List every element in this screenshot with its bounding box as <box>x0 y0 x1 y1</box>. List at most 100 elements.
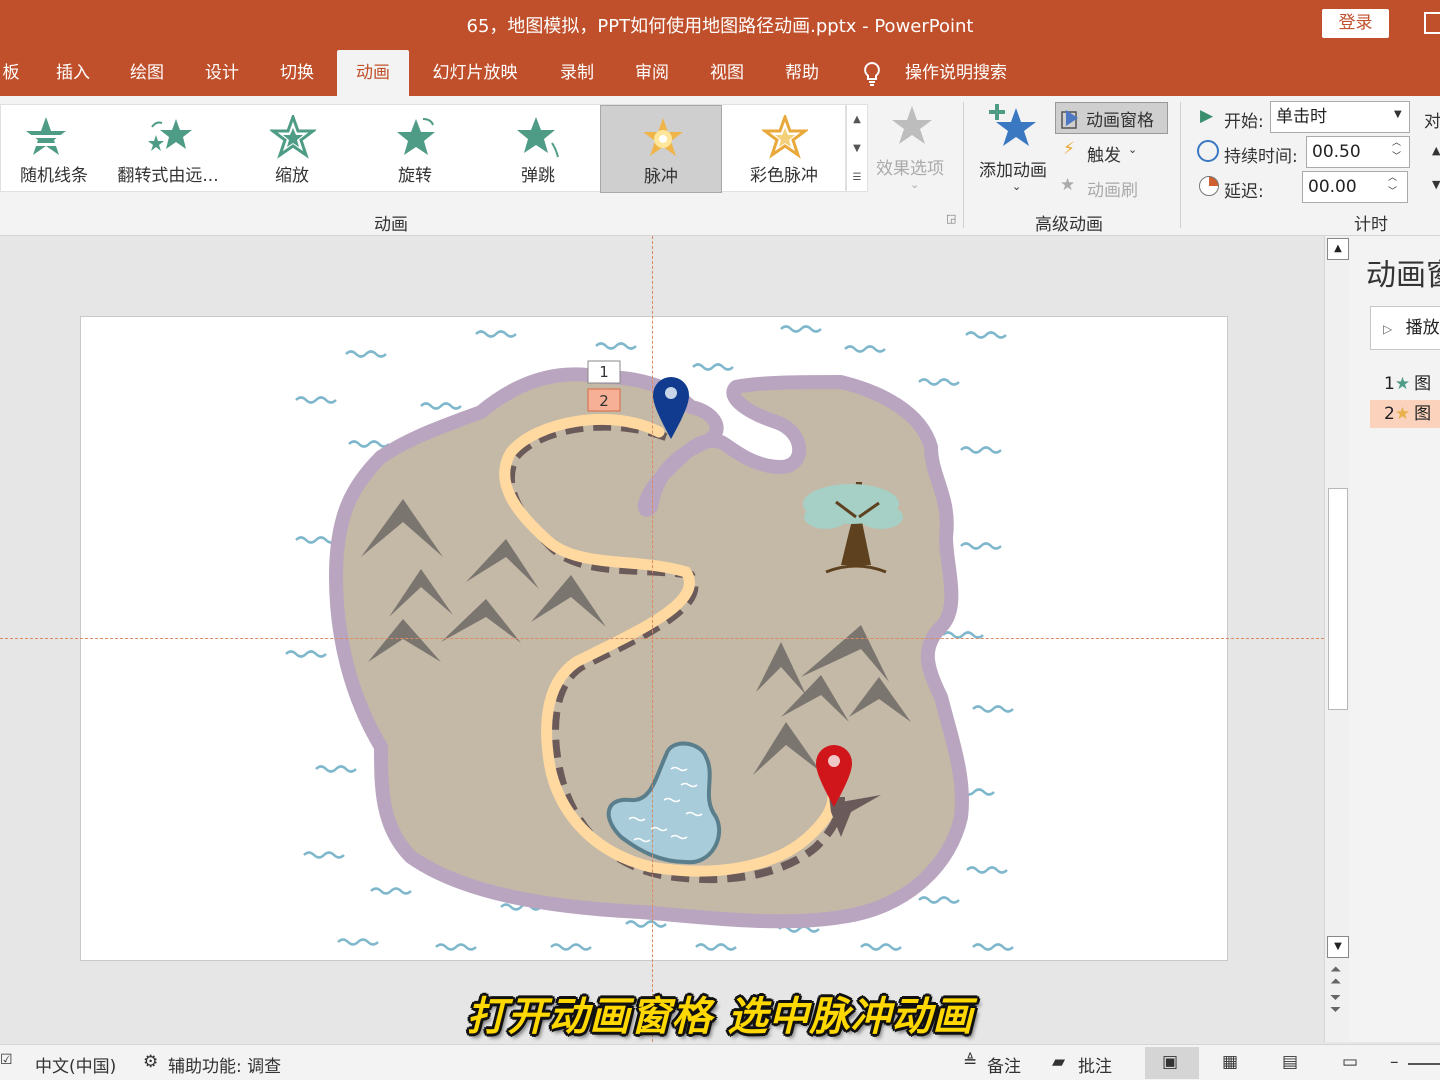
random-bars-star-icon <box>26 117 66 155</box>
notes-button[interactable]: 备注 <box>987 1052 1021 1077</box>
effect-options-button[interactable]: 效果选项 <box>876 154 944 179</box>
tab-animations[interactable]: 动画 <box>337 50 409 96</box>
animation-pane-button[interactable]: 动画窗格 <box>1055 102 1168 134</box>
comments-icon: ▰ <box>1052 1052 1066 1072</box>
play-label: 播放 <box>1405 318 1440 338</box>
video-caption: 打开动画窗格 选中脉冲动画 <box>466 994 974 1040</box>
animation-list-item-selected[interactable]: 2★ 图 <box>1370 400 1440 428</box>
add-animation-button[interactable]: 添加动画 <box>979 156 1047 181</box>
trigger-button[interactable]: 触发 <box>1087 141 1121 166</box>
reading-view-icon[interactable]: ▤ <box>1282 1052 1298 1072</box>
item-number: 2 <box>1384 404 1395 424</box>
lightbulb-icon <box>864 61 880 86</box>
anim-color-pulse[interactable]: 彩色脉冲 <box>723 105 845 193</box>
start-select-chevron-icon[interactable]: ▼ <box>1394 109 1402 120</box>
comments-button[interactable]: 批注 <box>1078 1052 1112 1077</box>
delay-pie-icon <box>1199 176 1219 196</box>
status-bar: ☑ 中文(中国) ⚙ 辅助功能: 调查 ≜ 备注 ▰ 批注 ▣ ▦ ▤ ▭ – <box>0 1044 1440 1080</box>
accessibility-icon: ⚙ <box>143 1052 159 1072</box>
anim-label: 彩色脉冲 <box>750 166 818 186</box>
start-select[interactable]: 单击时 <box>1270 101 1410 133</box>
zoom-out-icon[interactable]: – <box>1390 1052 1399 1072</box>
emphasis-star-icon: ★ <box>1394 404 1411 424</box>
animation-gallery: 随机线条 翻转式由远... 缩放 旋转 弹跳 脉冲 彩色脉冲 <box>0 104 846 193</box>
ribbon: 随机线条 翻转式由远... 缩放 旋转 弹跳 脉冲 彩色脉冲 ▲ ▼ ☰ 效果选… <box>0 96 1440 236</box>
animation-pane: 动画窗 ▷ 播放 1★图 2★图 <box>1350 236 1440 1042</box>
anim-label: 缩放 <box>275 166 309 186</box>
anim-pulse[interactable]: 脉冲 <box>600 105 722 193</box>
add-animation-chevron-icon: ⌄ <box>1012 180 1022 193</box>
group-advanced-label: 高级动画 <box>1035 215 1103 235</box>
tab-insert[interactable]: 插入 <box>44 50 102 96</box>
tab-help[interactable]: 帮助 <box>773 50 831 96</box>
next-slide-icon[interactable]: ⏷ ⏷ <box>1330 991 1341 1017</box>
bounce-star-icon <box>517 117 559 158</box>
window-title: 65，地图模拟，PPT如何使用地图路径动画.pptx - PowerPoint <box>466 16 974 37</box>
group-timing-label: 计时 <box>1354 215 1388 235</box>
item-label: 图 <box>1414 374 1432 394</box>
restore-window-icon[interactable] <box>1424 12 1440 34</box>
group-animation-label: 动画 <box>374 215 408 235</box>
color-pulse-icon <box>762 115 808 159</box>
reorder-label: 对 <box>1424 112 1440 132</box>
item-label: 图 <box>1414 404 1432 424</box>
vertical-guide[interactable] <box>652 236 653 1042</box>
entrance-star-icon: ★ <box>1394 374 1411 394</box>
tab-record[interactable]: 录制 <box>548 50 606 96</box>
anim-grow-turn[interactable]: 翻转式由远... <box>107 105 229 193</box>
animation-list-item[interactable]: 1★ 图 <box>1370 370 1440 398</box>
tab-review[interactable]: 审阅 <box>623 50 681 96</box>
animation-painter-button[interactable]: 动画刷 <box>1087 176 1138 201</box>
zoom-slider[interactable] <box>1408 1063 1440 1065</box>
tab-view[interactable]: 视图 <box>698 50 756 96</box>
tell-me-search[interactable]: 操作说明搜索 <box>896 50 1016 96</box>
scroll-thumb[interactable] <box>1328 488 1348 710</box>
tab-design[interactable]: 设计 <box>193 50 251 96</box>
animation-pane-title: 动画窗 <box>1366 258 1440 293</box>
swivel-star-icon <box>397 118 435 155</box>
anim-swivel[interactable]: 旋转 <box>354 105 476 193</box>
language-status[interactable]: 中文(中国) <box>35 1052 116 1077</box>
animation-tag-2-text: 2 <box>599 392 609 410</box>
move-later-icon[interactable]: ▼ <box>1432 178 1440 191</box>
delay-spinner-icon[interactable]: ︿ ﹀ <box>1388 171 1397 199</box>
previous-slide-icon[interactable]: ⏶ ⏶ <box>1330 963 1341 989</box>
duration-spinner-icon[interactable]: ︿ ﹀ <box>1392 136 1401 164</box>
accessibility-status[interactable]: 辅助功能: 调查 <box>168 1052 281 1077</box>
gallery-up-icon[interactable]: ▲ <box>847 105 867 134</box>
anim-bounce[interactable]: 弹跳 <box>477 105 599 193</box>
slide-scrollbar[interactable]: ▲ ▼ ⏶ ⏶ ⏷ ⏷ <box>1324 236 1350 1042</box>
tab-draw[interactable]: 绘图 <box>118 50 176 96</box>
animation-pane-icon <box>1061 110 1078 129</box>
anim-label: 弹跳 <box>521 166 555 186</box>
login-button[interactable]: 登录 <box>1322 9 1389 38</box>
tab-home[interactable]: 板 <box>0 50 22 96</box>
normal-view-button[interactable]: ▣ <box>1145 1047 1199 1079</box>
play-from-button[interactable]: ▷ 播放 <box>1370 306 1440 350</box>
play-triangle-icon: ▷ <box>1383 322 1393 336</box>
scroll-up-icon[interactable]: ▲ <box>1327 238 1349 260</box>
start-label: 开始: <box>1224 112 1264 132</box>
item-number: 1 <box>1384 374 1395 394</box>
anim-label: 随机线条 <box>20 166 88 186</box>
gallery-more-icon[interactable]: ☰ <box>847 163 867 192</box>
effect-options-star-icon <box>892 106 932 144</box>
animation-pane-label: 动画窗格 <box>1086 111 1154 131</box>
spell-check-icon[interactable]: ☑ <box>0 1052 13 1068</box>
scroll-down-icon[interactable]: ▼ <box>1327 936 1349 958</box>
tab-transitions[interactable]: 切换 <box>268 50 326 96</box>
horizontal-guide[interactable] <box>0 638 1324 639</box>
anim-zoom[interactable]: 缩放 <box>231 105 353 193</box>
slide-sorter-icon[interactable]: ▦ <box>1222 1052 1238 1072</box>
move-earlier-icon[interactable]: ▲ <box>1432 144 1440 157</box>
anim-label: 翻转式由远... <box>117 166 219 186</box>
anim-random-bars[interactable]: 随机线条 <box>0 105 107 193</box>
duration-label: 持续时间: <box>1224 147 1298 167</box>
slideshow-icon[interactable]: ▭ <box>1342 1052 1358 1072</box>
gallery-down-icon[interactable]: ▼ <box>847 134 867 163</box>
separator <box>1180 102 1181 228</box>
treasure-map-illustration: 1 2 <box>285 325 1014 951</box>
dialog-launcher-icon[interactable]: ◲ <box>946 212 956 225</box>
tab-slideshow[interactable]: 幻灯片放映 <box>420 50 530 96</box>
grow-turn-star-icon <box>148 119 192 151</box>
